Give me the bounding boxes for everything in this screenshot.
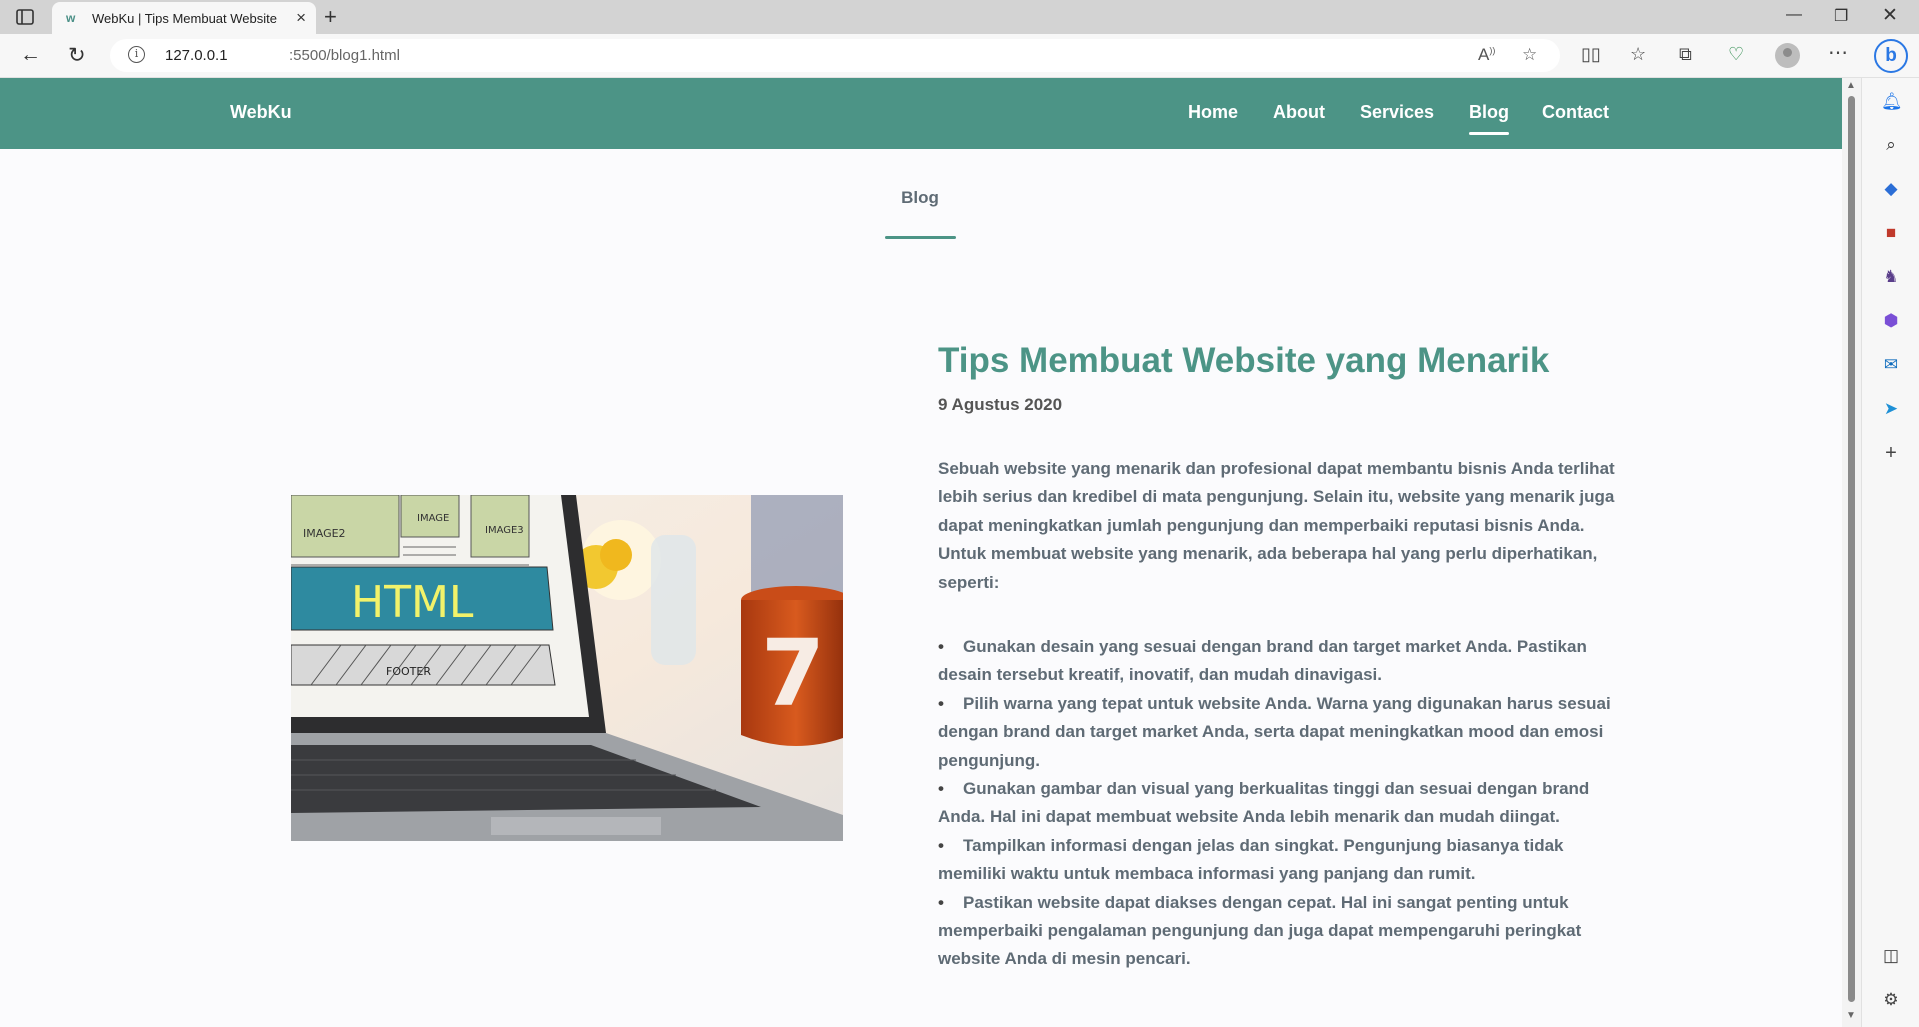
mug-number: 7 — [761, 620, 825, 727]
page-scrollbar[interactable]: ▲ ▼ — [1842, 78, 1861, 1027]
list-item: Gunakan gambar dan visual yang berkualit… — [938, 775, 1616, 832]
restore-icon[interactable]: ❐ — [1834, 6, 1848, 26]
post-intro: Sebuah website yang menarik dan profesio… — [938, 459, 1615, 592]
list-item: Pilih warna yang tepat untuk website And… — [938, 690, 1616, 775]
url-path: :5500/blog1.html — [289, 47, 400, 64]
section-title: Blog — [901, 188, 939, 207]
split-screen-icon[interactable]: ▯▯ — [1581, 44, 1601, 65]
tools-briefcase-icon[interactable]: ■ — [1881, 223, 1901, 243]
address-bar[interactable]: i 127.0.0.1 :5500/blog1.html A)) ☆ — [110, 39, 1560, 72]
tab-title: WebKu | Tips Membuat Website — [92, 11, 277, 26]
hide-sidebar-icon[interactable]: ◫ — [1881, 946, 1901, 966]
favorite-star-icon[interactable]: ☆ — [1522, 45, 1537, 65]
outlook-icon[interactable]: ✉ — [1881, 355, 1901, 375]
browser-tab-bar: w WebKu | Tips Membuat Website × + — ❐ ✕ — [0, 0, 1919, 34]
list-item: Tampilkan informasi dengan jelas dan sin… — [938, 832, 1616, 889]
image-label-image: IMAGE — [417, 513, 449, 524]
profile-avatar[interactable] — [1775, 43, 1800, 68]
tips-list: Gunakan desain yang sesuai dengan brand … — [938, 633, 1616, 974]
more-menu-icon[interactable]: ⋯ — [1828, 40, 1848, 65]
bing-copilot-icon[interactable]: b — [1874, 39, 1908, 73]
image-label-footer: FOOTER — [386, 665, 431, 678]
collections-icon[interactable]: ⧉ — [1679, 44, 1692, 65]
minimize-icon[interactable]: — — [1786, 6, 1802, 24]
site-favicon-icon: w — [66, 11, 76, 25]
refresh-icon[interactable]: ↻ — [68, 43, 86, 68]
nav-contact[interactable]: Contact — [1542, 102, 1609, 123]
image-label-html: HTML — [351, 577, 474, 628]
add-sidebar-app-icon[interactable]: + — [1881, 443, 1901, 463]
nav-home[interactable]: Home — [1188, 102, 1238, 123]
nav-services[interactable]: Services — [1360, 102, 1434, 123]
microsoft365-icon[interactable]: ⬢ — [1881, 311, 1901, 331]
section-underline — [885, 236, 956, 239]
edge-sidebar: 🔔︎ ⌕ ◆ ■ ♞ ⬢ ✉ ➤ + ◫ ⚙ — [1861, 78, 1919, 1027]
search-icon[interactable]: ⌕ — [1881, 135, 1901, 155]
scroll-thumb[interactable] — [1848, 96, 1855, 1002]
image-label-image2: IMAGE2 — [303, 527, 346, 540]
url-host: 127.0.0.1 — [165, 47, 228, 64]
browser-essentials-icon[interactable]: ♡ — [1728, 44, 1744, 65]
scroll-down-icon[interactable]: ▼ — [1846, 1010, 1856, 1021]
back-icon[interactable]: ← — [20, 43, 41, 67]
nav-about[interactable]: About — [1273, 102, 1325, 123]
favorites-icon[interactable]: ☆ — [1630, 44, 1646, 65]
image-label-image3: IMAGE3 — [485, 525, 524, 536]
read-aloud-icon[interactable]: A)) — [1478, 45, 1495, 65]
site-navbar: WebKu Home About Services Blog Contact — [0, 78, 1842, 149]
shopping-tag-icon[interactable]: ◆ — [1881, 179, 1901, 199]
post-date: 9 Agustus 2020 — [938, 395, 1063, 414]
post-title: Tips Membuat Website yang Menarik — [938, 341, 1550, 380]
games-icon[interactable]: ♞ — [1881, 267, 1901, 287]
nav-blog[interactable]: Blog — [1469, 102, 1509, 135]
site-brand[interactable]: WebKu — [230, 102, 292, 123]
new-tab-icon[interactable]: + — [324, 4, 337, 30]
send-icon[interactable]: ➤ — [1881, 399, 1901, 419]
site-info-icon[interactable]: i — [128, 46, 145, 63]
list-item: Gunakan desain yang sesuai dengan brand … — [938, 633, 1616, 690]
window-close-icon[interactable]: ✕ — [1882, 4, 1898, 27]
browser-toolbar: ← ↻ i 127.0.0.1 :5500/blog1.html A)) ☆ ▯… — [0, 34, 1919, 78]
tab-close-icon[interactable]: × — [296, 8, 306, 28]
tab-actions-icon[interactable] — [14, 8, 36, 26]
notifications-icon[interactable]: 🔔︎ — [1881, 92, 1903, 112]
browser-tab[interactable]: w WebKu | Tips Membuat Website × — [52, 2, 316, 34]
scroll-up-icon[interactable]: ▲ — [1846, 80, 1856, 91]
sidebar-settings-icon[interactable]: ⚙ — [1881, 990, 1901, 1010]
list-item: Pastikan website dapat diakses dengan ce… — [938, 889, 1616, 974]
blog-post-image: IMAGE2 IMAGE IMAGE3 HTML FOOTER 7 — [291, 495, 843, 841]
